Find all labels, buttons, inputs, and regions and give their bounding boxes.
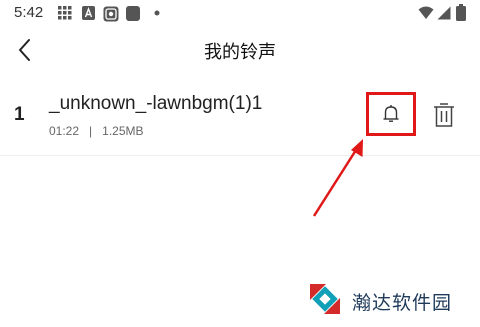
camera-box-icon [103,6,119,22]
watermark-logo-icon [304,278,346,320]
set-ringtone-button[interactable] [366,92,416,136]
bell-icon [383,105,399,122]
status-bar: 5:42 [0,0,480,28]
watermark: 瀚达软件园 [304,278,480,327]
grid-icon [58,6,72,20]
trash-icon[interactable] [432,102,456,128]
app-square-icon [126,6,140,21]
ringtone-duration: 01:22 [49,124,80,138]
dot-icon [154,10,160,16]
text-a-icon [82,6,95,20]
meta-separator: | [89,124,93,138]
watermark-text: 瀚达软件园 [352,292,453,314]
signal-icon [437,6,451,20]
ringtone-meta: 01:22 | 1.25MB [49,124,144,138]
ringtone-name: _unknown_-lawnbgm(1)1 [49,93,263,114]
ringtone-size: 1.25MB [102,124,144,138]
battery-icon [456,4,466,21]
status-time: 5:42 [14,4,44,21]
ringtone-index: 1 [14,104,25,125]
wifi-icon [418,6,434,19]
title-bar: 我的铃声 [0,30,480,70]
page-title: 我的铃声 [204,42,276,63]
